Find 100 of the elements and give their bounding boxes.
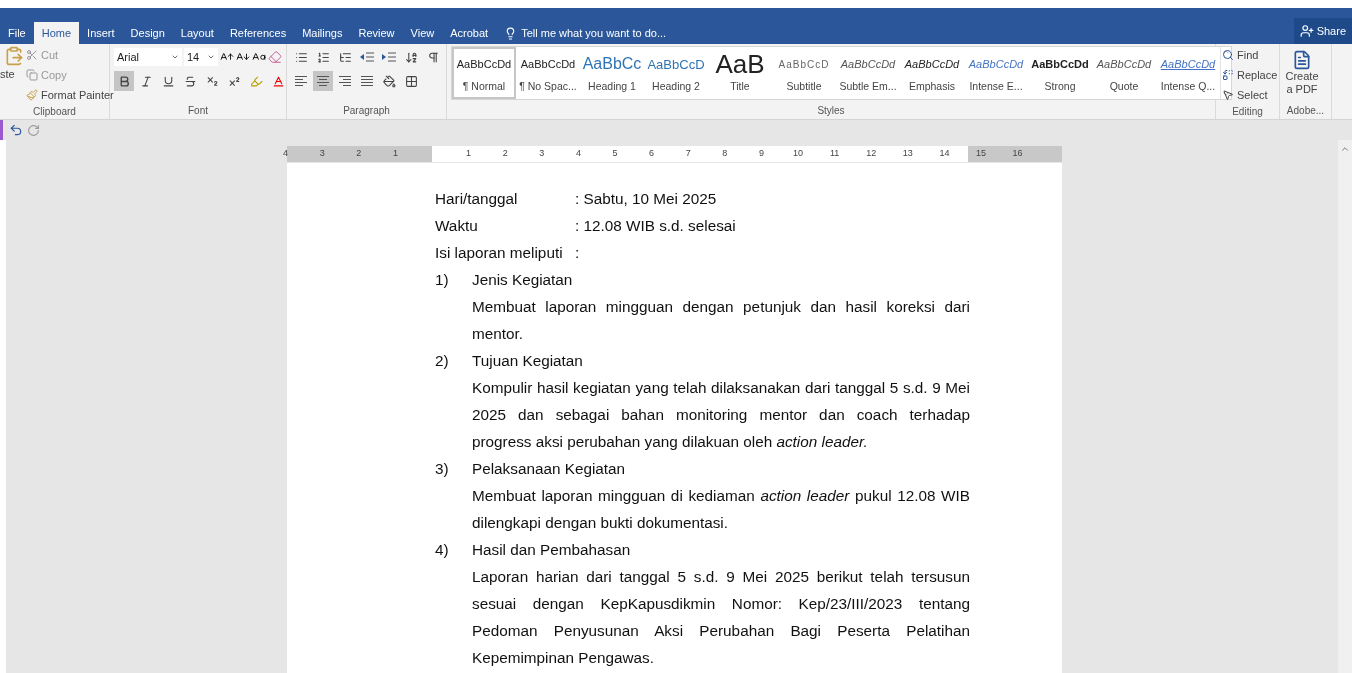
highlighter-icon: [249, 74, 263, 88]
list-number: 4): [435, 540, 450, 560]
ruler-number: 3: [539, 148, 545, 158]
font-name-field[interactable]: Arial: [114, 48, 182, 66]
search-icon: [1222, 49, 1234, 61]
group-label: Clipboard: [32, 105, 77, 119]
list-number: 3): [435, 459, 450, 479]
style-option[interactable]: AaBbCcD Subtitle: [772, 47, 836, 99]
font-size-field[interactable]: 14: [184, 48, 218, 66]
ruler-number: 2: [502, 148, 508, 158]
list-number: 2): [435, 351, 450, 371]
style-option[interactable]: AaBbCcDd Quote: [1092, 47, 1156, 99]
share-button[interactable]: Share: [1293, 18, 1352, 44]
tree-list-icon: [338, 50, 352, 64]
field-label: Waktu: [435, 216, 479, 236]
align-button[interactable]: [313, 71, 333, 91]
style-option[interactable]: AaBbCcD Heading 2: [644, 47, 708, 99]
item-heading: Jenis Kegiatan: [472, 270, 573, 290]
style-option[interactable]: AaBbCcDd Subtle Em...: [836, 47, 900, 99]
style-option[interactable]: AaBbCcDd Intense E...: [964, 47, 1028, 99]
ruler-number: 4: [283, 148, 289, 158]
ruler-number: 14: [939, 148, 950, 158]
create-pdf-button[interactable]: Create a PDF: [1284, 46, 1320, 103]
scissors-icon: [26, 49, 38, 61]
pilcrow-icon: [426, 50, 440, 64]
item-heading: Hasil dan Pembahasan: [472, 540, 631, 560]
undo-icon[interactable]: [9, 123, 23, 137]
ribbon-tab[interactable]: Insert: [79, 22, 123, 44]
field-value: :: [575, 243, 580, 263]
ruler-number: 6: [649, 148, 655, 158]
pointer-icon: [1222, 89, 1234, 101]
style-option[interactable]: AaBbCcDd ¶ Normal: [452, 47, 516, 99]
style-option[interactable]: AaBbCc Heading 1: [580, 47, 644, 99]
strikethrough-icon: [183, 74, 197, 88]
group-label: Editing: [1231, 105, 1264, 119]
ruler-number: 8: [722, 148, 728, 158]
style-option[interactable]: AaBbCcDd Emphasis: [900, 47, 964, 99]
paste-button[interactable]: ste: [0, 68, 24, 80]
style-option[interactable]: AaBbCcDd Intense Q...: [1156, 47, 1220, 99]
grid-icon: [404, 74, 418, 88]
list-number: 1): [435, 270, 450, 290]
group-label: Font: [187, 104, 209, 118]
person-plus-icon: [1299, 24, 1314, 38]
ruler-number: 9: [758, 148, 764, 158]
style-option[interactable]: AaB Title: [708, 47, 772, 99]
find-button[interactable]: Find: [1220, 46, 1280, 64]
italic-icon: [139, 74, 153, 88]
bullet-list-icon: [294, 50, 308, 64]
ruler-number: 15: [976, 148, 986, 158]
ribbon-tab[interactable]: Review: [350, 22, 403, 44]
sort-icon: [404, 50, 418, 64]
ruler-number: 5: [612, 148, 618, 158]
replace-button[interactable]: Replace: [1220, 66, 1280, 84]
numbered-list-icon: [316, 50, 330, 64]
paintbrush-icon: [26, 89, 38, 101]
ruler-number: 1: [466, 148, 472, 158]
replace-icon: [1222, 69, 1234, 81]
bold-button[interactable]: [114, 71, 134, 91]
ribbon-tab[interactable]: Design: [122, 22, 173, 44]
item-paragraph: Membuat laporan mingguan dengan petunjuk dan hasil koreksi dari mentor.: [472, 297, 970, 344]
ruler-number: 10: [793, 148, 803, 158]
ribbon-tab[interactable]: File: [0, 22, 34, 44]
ruler-number: 3: [319, 148, 325, 158]
field-label: Isi laporan meliputi: [435, 243, 564, 263]
item-heading: Tujuan Kegiatan: [472, 351, 583, 371]
vertical-scrollbar[interactable]: [1338, 140, 1352, 673]
ruler-number: 11: [829, 148, 840, 158]
field-value: : 12.08 WIB s.d. selesai: [575, 216, 736, 236]
ribbon-tab[interactable]: Layout: [172, 22, 222, 44]
style-option[interactable]: AaBbCcDd ¶ No Spac...: [516, 47, 580, 99]
ribbon-tab[interactable]: References: [221, 22, 295, 44]
ribbon-tab[interactable]: Mailings: [294, 22, 351, 44]
paint-bucket-icon: [382, 74, 396, 88]
align-icon: [316, 75, 330, 87]
item-paragraph: Membuat laporan mingguan di kediaman action leader pukul 12.08 WIB dilengkapi dengan bukti dokumentasi.: [472, 486, 970, 533]
caret-icon: [207, 53, 215, 61]
field-value: : Sabtu, 10 Mei 2025: [575, 189, 717, 209]
item-heading: Pelaksanaan Kegiatan: [472, 459, 626, 479]
item-paragraph: Laporan harian dari tanggal 5 s.d. 9 Mei 2025 berikut telah tersusun sesuai dengan KepKapusdikmin Nomor: Kep/23/III/2023 tentang Pedoman Penyusunan Aksi Perubahan Bagi Peserta Pelatihan Kepemimpinan Pengawas.: [472, 567, 970, 668]
format-painter-button[interactable]: Format Painter: [24, 86, 116, 104]
group-label: Adobe...: [1285, 104, 1326, 118]
group-label: Paragraph: [342, 104, 391, 118]
subscript-icon: [205, 74, 219, 88]
align-icon: [338, 75, 352, 87]
ribbon-tab[interactable]: Home: [33, 22, 80, 44]
ruler-number: 2: [356, 148, 362, 158]
ruler-number: 13: [902, 148, 913, 158]
ruler-number: 7: [685, 148, 691, 158]
ribbon-tab[interactable]: Acrobat: [442, 22, 497, 44]
tell-me-field[interactable]: Tell me what you want to do...: [496, 22, 675, 44]
clipboard-icon[interactable]: [4, 46, 24, 66]
field-label: Hari/tanggal: [435, 189, 519, 209]
align-icon: [294, 75, 308, 87]
style-option[interactable]: AaBbCcDd Strong: [1028, 47, 1092, 99]
underline-icon: [161, 74, 175, 88]
group-label: Styles: [816, 104, 846, 118]
ribbon-tab[interactable]: View: [402, 22, 443, 44]
item-paragraph: Kompulir hasil kegiatan yang telah dilaksanakan dari tanggal 5 s.d. 9 Mei 2025 dan sebagai bahan monitoring mentor dan coach terhadap progress aksi perubahan yang dilakuan oleh action leader.: [472, 378, 970, 452]
ruler-number: 16: [1012, 148, 1023, 158]
select-button[interactable]: Select: [1220, 86, 1280, 104]
